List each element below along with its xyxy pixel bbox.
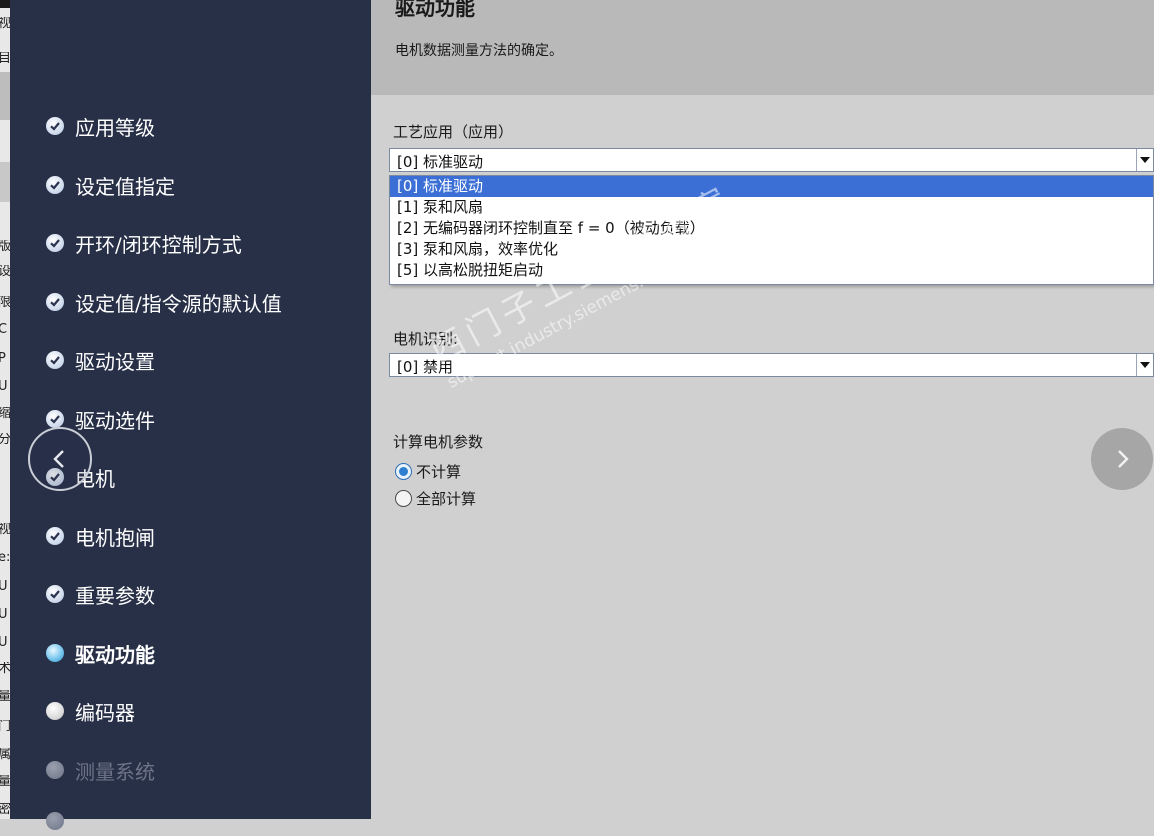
step-label: 应用等级 bbox=[75, 115, 155, 140]
page-description: 电机数据测量方法的确定。 bbox=[395, 43, 563, 59]
step-setpoint-defaults[interactable]: 设定值/指令源的默认值 bbox=[46, 287, 282, 317]
step-status-icon bbox=[46, 117, 64, 135]
step-control-mode[interactable]: 开环/闭环控制方式 bbox=[46, 228, 242, 258]
step-drive-settings[interactable]: 驱动设置 bbox=[46, 345, 155, 375]
step-application-class[interactable]: 应用等级 bbox=[46, 111, 155, 141]
calc-params-label: 计算电机参数 bbox=[393, 433, 484, 451]
dropdown-option[interactable]: [5] 以高松脱扭矩启动 bbox=[390, 260, 1153, 281]
step-label: 电机抱闸 bbox=[75, 525, 155, 550]
step-status-icon bbox=[46, 176, 64, 194]
page-header: 驱动功能 电机数据测量方法的确定。 bbox=[371, 0, 1154, 95]
step-motor-brake[interactable]: 电机抱闸 bbox=[46, 521, 155, 551]
radio-no-calc[interactable]: 不计算 bbox=[395, 461, 461, 482]
step-current-icon bbox=[46, 644, 64, 662]
dropdown-option[interactable]: [2] 无编码器闭环控制直至 f = 0（被动负载） bbox=[390, 218, 1153, 239]
step-label: 驱动功能 bbox=[75, 642, 155, 667]
step-setpoint-spec[interactable]: 设定值指定 bbox=[46, 170, 175, 200]
step-label: 测量系统 bbox=[75, 759, 155, 784]
step-label: 设定值指定 bbox=[75, 174, 175, 199]
step-measuring-system: 测量系统 bbox=[46, 755, 155, 785]
tech-app-dropdown[interactable]: [0] 标准驱动 bbox=[389, 148, 1154, 172]
strip-panel-2 bbox=[0, 162, 10, 202]
step-pending-icon bbox=[46, 702, 64, 720]
radio-calc-all[interactable]: 全部计算 bbox=[395, 488, 476, 509]
motor-id-dropdown[interactable]: [0] 禁用 bbox=[389, 353, 1154, 377]
step-label: 驱动设置 bbox=[75, 349, 155, 374]
wizard-steps-sidebar: 应用等级 设定值指定 开环/闭环控制方式 设定值/指令源的默认值 驱动设置 驱动… bbox=[10, 0, 371, 830]
step-status-icon bbox=[46, 234, 64, 252]
radio-label: 不计算 bbox=[416, 463, 462, 481]
dropdown-option[interactable]: [0] 标准驱动 bbox=[390, 176, 1153, 197]
step-status-icon bbox=[46, 351, 64, 369]
dropdown-arrow-icon[interactable] bbox=[1136, 354, 1153, 376]
page-title: 驱动功能 bbox=[395, 0, 475, 20]
step-label: 设定值/指令源的默认值 bbox=[75, 291, 282, 316]
step-disabled-icon bbox=[46, 812, 64, 830]
tech-app-options-list[interactable]: [0] 标准驱动 [1] 泵和风扇 [2] 无编码器闭环控制直至 f = 0（被… bbox=[389, 175, 1154, 285]
strip-panel bbox=[0, 72, 10, 120]
step-status-icon bbox=[46, 410, 64, 428]
step-label: 重要参数 bbox=[75, 583, 155, 608]
tech-app-value: [0] 标准驱动 bbox=[397, 153, 484, 171]
dropdown-option[interactable]: [1] 泵和风扇 bbox=[390, 197, 1153, 218]
motor-id-value: [0] 禁用 bbox=[397, 358, 454, 376]
radio-unselected-icon bbox=[395, 490, 412, 507]
step-drive-functions[interactable]: 驱动功能 bbox=[46, 638, 155, 668]
step-disabled-icon bbox=[46, 761, 64, 779]
motor-id-label: 电机识别: bbox=[393, 330, 459, 348]
radio-selected-icon bbox=[395, 463, 412, 480]
next-step-button[interactable] bbox=[1091, 428, 1153, 490]
dropdown-option[interactable]: [3] 泵和风扇，效率优化 bbox=[390, 239, 1153, 260]
tech-app-label: 工艺应用（应用） bbox=[393, 123, 514, 141]
step-label: 开环/闭环控制方式 bbox=[75, 232, 242, 257]
dropdown-arrow-icon[interactable] bbox=[1136, 149, 1153, 171]
step-status-icon bbox=[46, 527, 64, 545]
strip-titlebar bbox=[0, 0, 10, 8]
step-status-icon bbox=[46, 293, 64, 311]
step-status-icon bbox=[46, 585, 64, 603]
previous-step-button[interactable] bbox=[28, 427, 92, 491]
step-label: 编码器 bbox=[75, 700, 135, 725]
step-important-params[interactable]: 重要参数 bbox=[46, 579, 155, 609]
step-label: 驱动选件 bbox=[75, 408, 155, 433]
step-encoder[interactable]: 编码器 bbox=[46, 696, 135, 726]
chevron-left-icon bbox=[53, 450, 64, 468]
step-next-hidden bbox=[46, 806, 75, 836]
radio-label: 全部计算 bbox=[416, 490, 477, 508]
chevron-right-icon bbox=[1118, 450, 1129, 468]
